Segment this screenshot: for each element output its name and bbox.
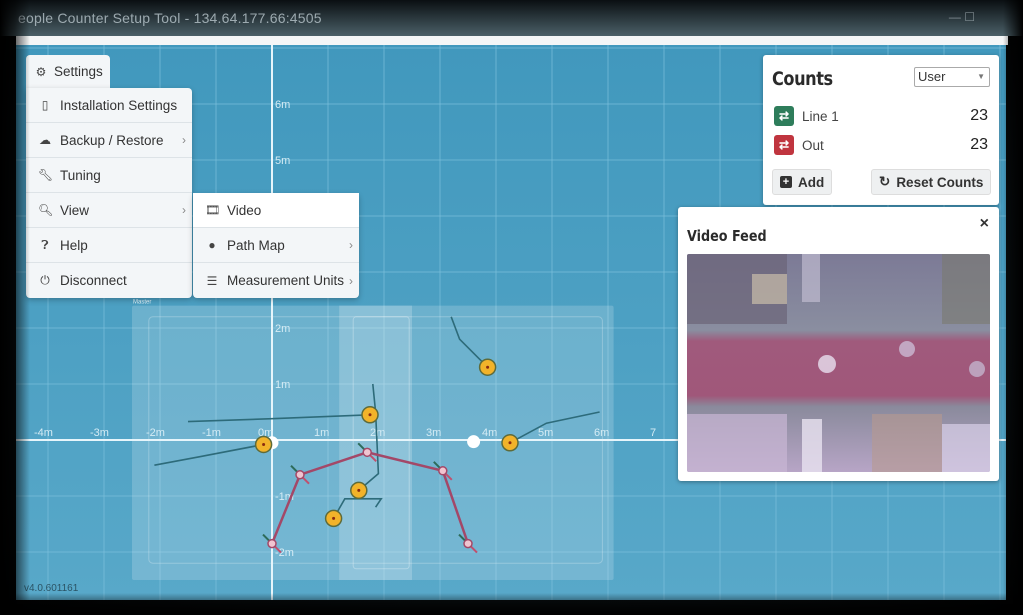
chevron-right-icon: › bbox=[349, 238, 353, 252]
add-button[interactable]: + Add bbox=[772, 169, 833, 195]
count-value: 23 bbox=[970, 107, 988, 124]
camera-frame bbox=[687, 254, 990, 472]
menu-item-disconnect[interactable]: ⏻ Disconnect bbox=[26, 263, 192, 298]
submenu-item-video[interactable]: 🎞︎ Video bbox=[193, 193, 359, 228]
count-mode-value: User bbox=[918, 69, 946, 84]
app-window: eople Counter Setup Tool - 134.64.177.66… bbox=[0, 0, 1023, 615]
menu-item-label: Help bbox=[60, 237, 88, 253]
x-tick-label: -1m bbox=[202, 427, 221, 439]
x-tick-label: -3m bbox=[90, 427, 109, 439]
menu-item-label: View bbox=[60, 202, 90, 218]
settings-tab-label: Settings bbox=[54, 64, 103, 79]
globe-icon: ● bbox=[208, 238, 216, 252]
menu-item-view[interactable]: 🔍︎ View › bbox=[26, 193, 192, 228]
menu-item-label: Path Map bbox=[227, 237, 285, 253]
window-controls[interactable]: — ☐ bbox=[949, 10, 975, 24]
x-tick-label: -2m bbox=[146, 427, 165, 439]
zone-label: Master bbox=[133, 300, 151, 306]
chevron-right-icon: › bbox=[349, 273, 353, 288]
video-feed-image bbox=[687, 254, 990, 472]
count-line-node bbox=[362, 447, 372, 458]
list-icon: ☰ bbox=[206, 273, 218, 288]
submenu-item-path-map[interactable]: ● Path Map › bbox=[193, 228, 359, 263]
sensor-marker bbox=[467, 435, 481, 449]
search-icon: 🔍︎ bbox=[38, 203, 54, 217]
power-icon: ⏻ bbox=[40, 273, 50, 287]
toolbar-strip bbox=[16, 36, 1008, 45]
video-feed-panel: Video Feed × bbox=[678, 207, 999, 481]
y-tick-label: 1m bbox=[275, 379, 290, 391]
menu-item-help[interactable]: ❓︎ Help bbox=[26, 228, 192, 263]
detection-zone bbox=[339, 305, 412, 580]
question-circle-icon: ❓︎ bbox=[41, 237, 49, 252]
menu-item-label: Measurement Units bbox=[227, 273, 345, 288]
video-feed-title: Video Feed bbox=[687, 227, 767, 245]
settings-menu: ▯ Installation Settings ☁ Backup / Resto… bbox=[26, 88, 192, 298]
cloud-upload-icon: ☁ bbox=[39, 133, 51, 147]
version-label: v4.0.601161 bbox=[24, 583, 79, 594]
plus-square-icon: + bbox=[780, 176, 792, 188]
reset-counts-button[interactable]: ↻ Reset Counts bbox=[871, 169, 992, 195]
x-tick-label: 7 bbox=[650, 427, 656, 439]
exchange-icon: ⇄ bbox=[774, 135, 794, 155]
menu-item-label: Backup / Restore bbox=[60, 132, 164, 148]
chevron-right-icon: › bbox=[182, 203, 186, 217]
x-tick-label: 6m bbox=[594, 427, 609, 439]
count-line-node bbox=[438, 466, 448, 476]
x-tick-label: 3m bbox=[426, 427, 441, 439]
tracked-person-center bbox=[332, 516, 336, 520]
y-tick-label: 6m bbox=[275, 99, 290, 111]
gear-icon: ⚙ bbox=[35, 64, 47, 79]
y-tick-label: 2m bbox=[275, 323, 290, 335]
tablet-icon: ▯ bbox=[41, 98, 49, 112]
x-tick-label: 2m bbox=[370, 427, 385, 439]
count-label: Out bbox=[802, 137, 824, 153]
count-row-line-1[interactable]: ⇄ Line 1 23 bbox=[774, 105, 988, 127]
counts-title: Counts bbox=[772, 68, 833, 90]
chevron-right-icon: › bbox=[182, 133, 186, 147]
settings-tab[interactable]: ⚙ Settings bbox=[26, 55, 110, 88]
x-tick-label: 1m bbox=[314, 427, 329, 439]
y-tick-label: 5m bbox=[275, 155, 290, 167]
menu-item-label: Video bbox=[227, 202, 262, 218]
count-line-node bbox=[463, 538, 473, 549]
counts-panel: Counts User ▼ ⇄ Line 1 23 ⇄ Out 23 + Add… bbox=[763, 55, 999, 205]
menu-item-installation-settings[interactable]: ▯ Installation Settings bbox=[26, 88, 192, 123]
vignette bbox=[1003, 0, 1023, 615]
count-value: 23 bbox=[970, 136, 988, 153]
count-row-out[interactable]: ⇄ Out 23 bbox=[774, 134, 988, 156]
film-icon: 🎞︎ bbox=[205, 203, 221, 217]
x-tick-label: 4m bbox=[482, 427, 497, 439]
x-tick-label: -4m bbox=[34, 427, 53, 439]
tracked-person-center bbox=[262, 442, 266, 446]
view-submenu: 🎞︎ Video ● Path Map › ☰ Measurement Unit… bbox=[193, 193, 359, 298]
count-label: Line 1 bbox=[802, 108, 839, 124]
count-mode-select[interactable]: User ▼ bbox=[914, 67, 990, 87]
refresh-icon: ↻ bbox=[879, 174, 891, 189]
submenu-item-measurement-units[interactable]: ☰ Measurement Units › bbox=[193, 263, 359, 298]
count-line-node bbox=[295, 469, 305, 480]
menu-item-label: Installation Settings bbox=[60, 97, 178, 113]
count-line-node bbox=[267, 538, 277, 549]
menu-item-label: Disconnect bbox=[60, 273, 127, 288]
menu-item-backup-restore[interactable]: ☁ Backup / Restore › bbox=[26, 123, 192, 158]
tracked-person-center bbox=[508, 441, 512, 445]
add-label: Add bbox=[798, 174, 825, 190]
tracked-person-center bbox=[368, 413, 372, 417]
exchange-icon: ⇄ bbox=[774, 106, 794, 126]
chevron-down-icon: ▼ bbox=[977, 72, 985, 81]
wrench-icon: 🔧︎ bbox=[38, 168, 54, 182]
window-title: eople Counter Setup Tool - 134.64.177.66… bbox=[18, 10, 322, 26]
reset-counts-label: Reset Counts bbox=[896, 174, 984, 190]
close-icon[interactable]: × bbox=[980, 215, 989, 233]
tracked-person-center bbox=[486, 365, 490, 369]
x-tick-label: 5m bbox=[538, 427, 553, 439]
menu-item-tuning[interactable]: 🔧︎ Tuning bbox=[26, 158, 192, 193]
tracked-person-center bbox=[357, 488, 361, 492]
title-bar: eople Counter Setup Tool - 134.64.177.66… bbox=[0, 0, 1023, 36]
menu-item-label: Tuning bbox=[60, 167, 101, 183]
